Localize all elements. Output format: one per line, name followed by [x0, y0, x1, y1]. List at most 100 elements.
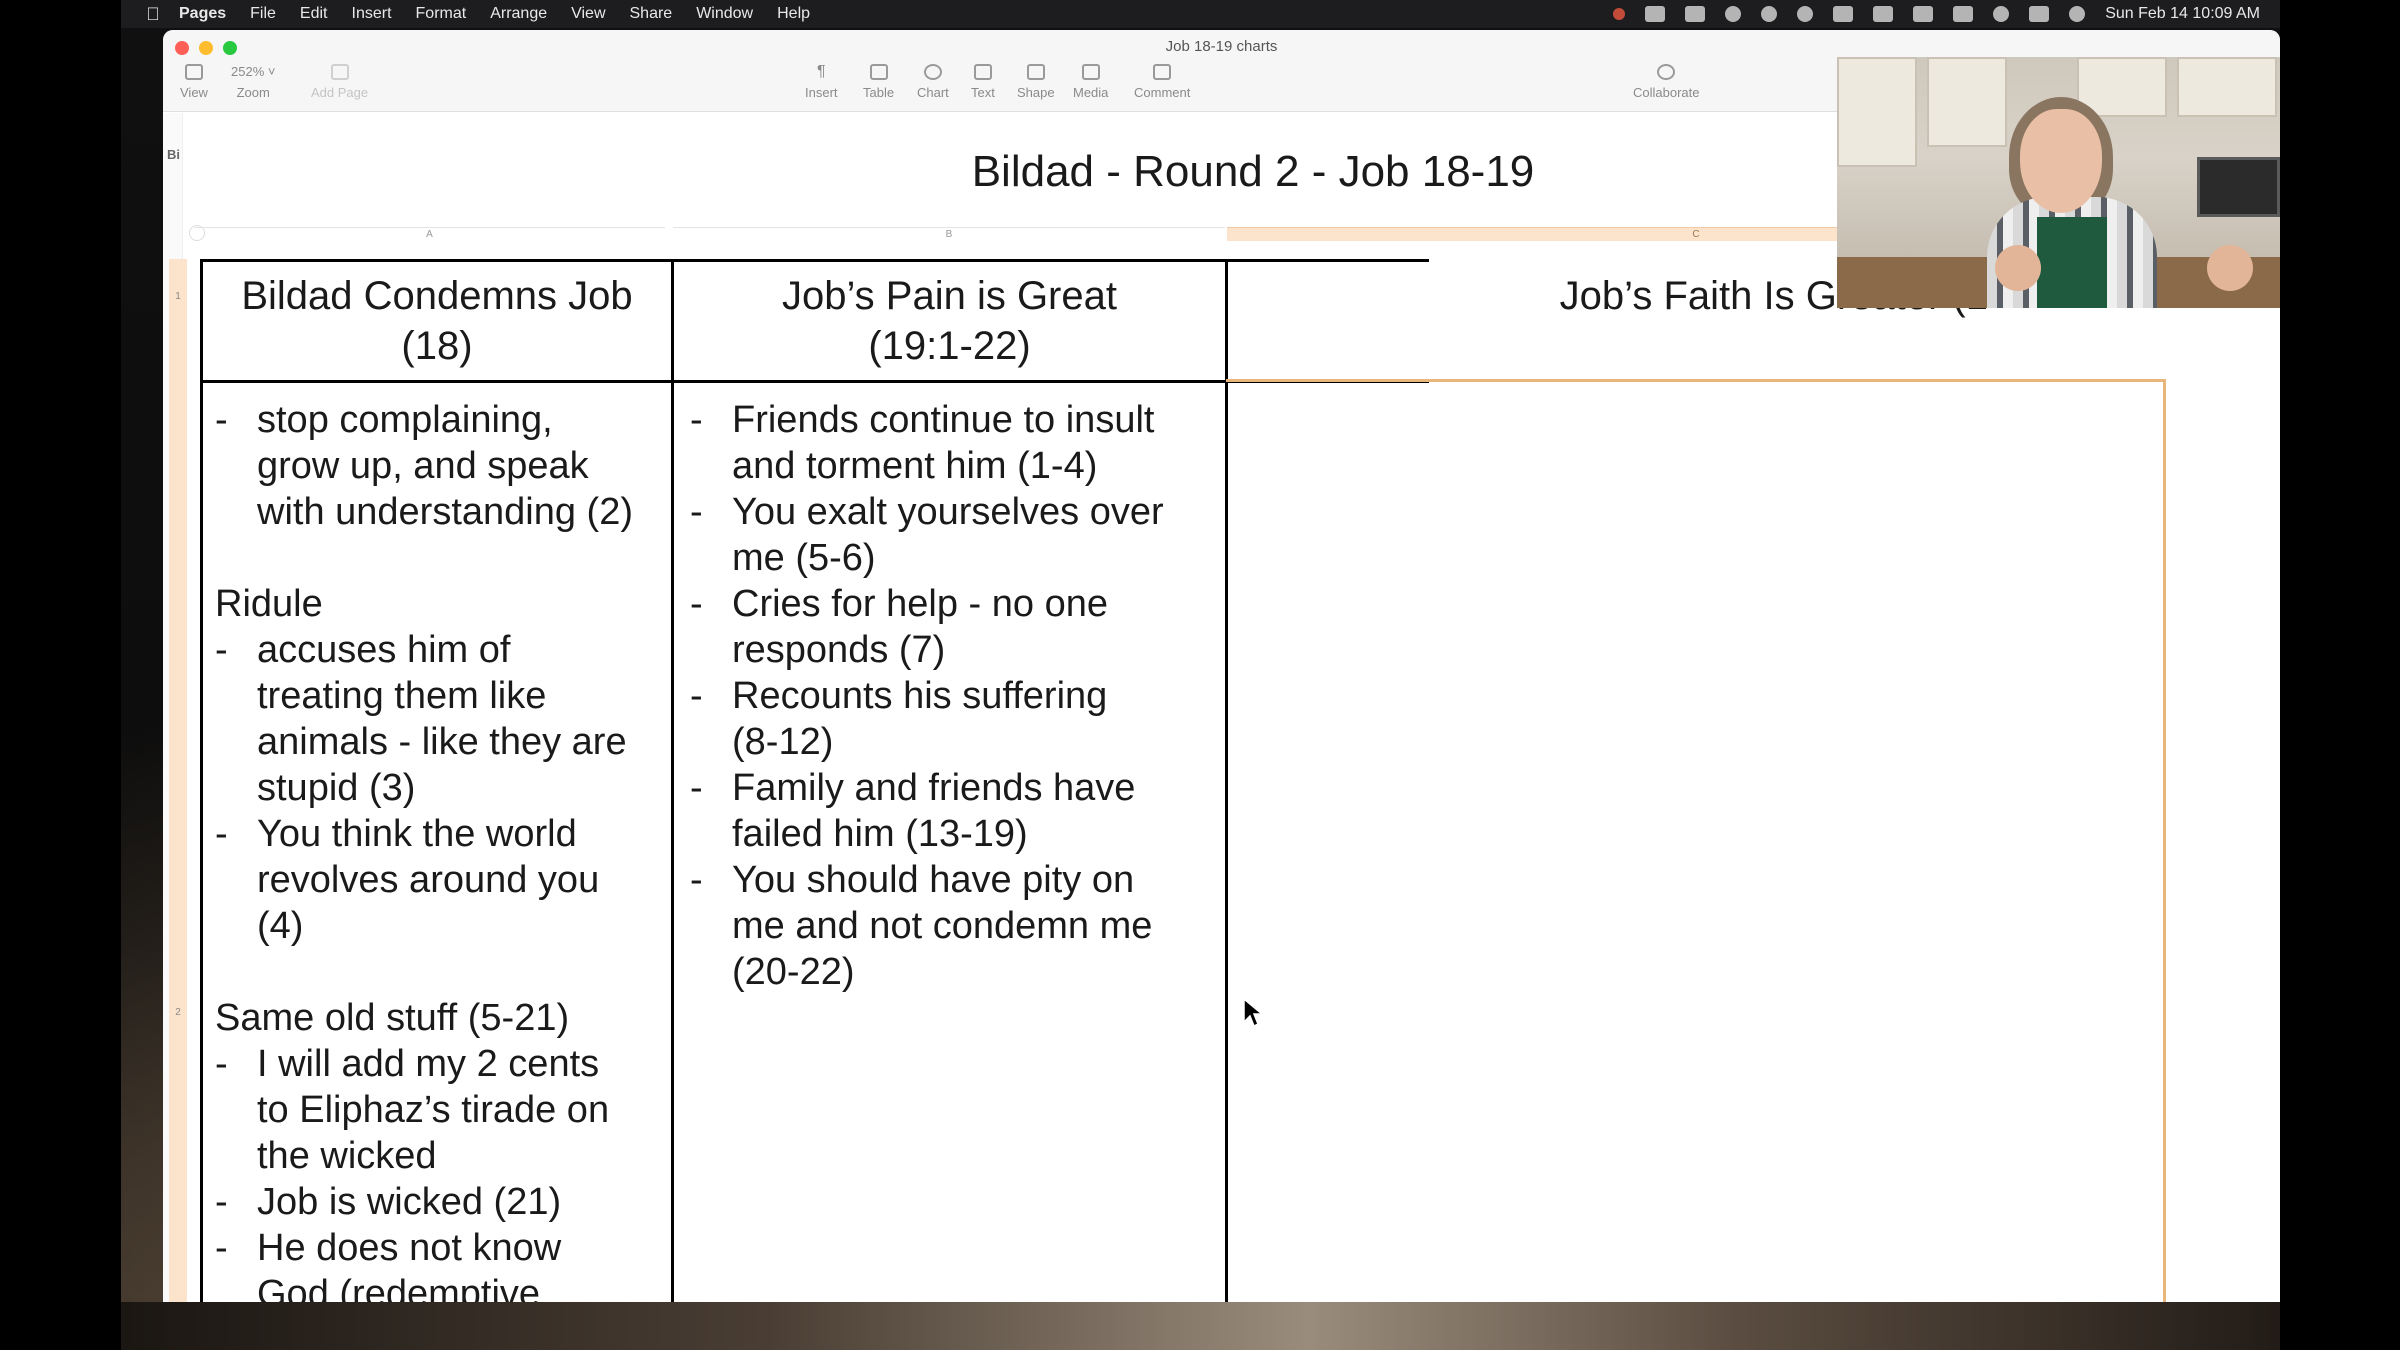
table-label: Table	[863, 85, 895, 100]
bullet-line: (8-12)	[732, 721, 834, 763]
time-machine-icon[interactable]	[1797, 6, 1814, 22]
bullet-dash: -	[215, 1181, 228, 1223]
comment-icon	[1153, 64, 1172, 80]
screen-share-icon[interactable]	[1645, 6, 1666, 22]
column-divider-ab	[671, 259, 674, 1302]
view-button[interactable]: View	[180, 64, 208, 100]
bullet-line: to Eliphaz’s tirade on	[257, 1089, 610, 1131]
siri-icon[interactable]	[2069, 6, 2086, 22]
table-button[interactable]: Table	[863, 64, 894, 100]
row-selection-highlight	[169, 259, 187, 1302]
menu-format[interactable]: Format	[416, 5, 467, 23]
collaborate-button[interactable]: Collaborate	[1633, 64, 1700, 100]
bullet-line: with understanding (2)	[257, 491, 633, 533]
bullet-line: failed him (13-19)	[732, 813, 1028, 855]
header-cell-b[interactable]: Job’s Pain is Great (19:1-22)	[674, 271, 1225, 371]
bullet-dash: -	[690, 767, 703, 809]
collaborate-label: Collaborate	[1633, 85, 1700, 100]
target-icon[interactable]	[1761, 6, 1778, 22]
media-button[interactable]: Media	[1073, 64, 1108, 100]
menu-file[interactable]: File	[250, 5, 276, 23]
header-cell-a[interactable]: Bildad Condemns Job (18)	[203, 271, 671, 371]
microwave	[2197, 157, 2280, 217]
status-area: Sun Feb 14 10:09 AM	[1613, 0, 2260, 28]
media-label: Media	[1073, 85, 1109, 100]
bullet-line: (4)	[257, 905, 304, 947]
text-button[interactable]: Text	[971, 64, 995, 100]
bullet-item: - Family and friends have failed him (13-1…	[690, 765, 1220, 857]
add-page-icon	[330, 64, 349, 80]
wifi-icon[interactable]	[1953, 6, 1974, 22]
bullet-item: -He does not knowGod (redemptivesense)	[215, 1225, 665, 1302]
menu-edit[interactable]: Edit	[300, 5, 328, 23]
bullet-line: stupid (3)	[257, 767, 416, 809]
menu-window[interactable]: Window	[696, 5, 753, 23]
bullet-dash: -	[690, 399, 703, 441]
bullet-line: You should have pity on	[732, 859, 1135, 901]
bullet-line: animals - like they are	[257, 721, 627, 763]
sidebar-edge-label: Bi	[167, 147, 180, 162]
job-chart-table[interactable]: Bildad Condemns Job (18) Job’s Pain is G…	[200, 259, 2166, 1302]
shape-button[interactable]: Shape	[1017, 64, 1055, 100]
text-box-icon	[973, 64, 992, 80]
bullet-line: me (5-6)	[732, 537, 876, 579]
body-cell-c[interactable]	[1240, 397, 2140, 1297]
apple-menu-icon[interactable]: 	[143, 4, 163, 24]
cell-heading: Same old stuff (5-21)	[215, 997, 570, 1039]
app-status-icon[interactable]	[1725, 6, 1742, 22]
menu-view[interactable]: View	[571, 5, 605, 23]
bullet-dash: -	[215, 1227, 228, 1269]
bullet-item: - You should have pity on me and not conde…	[690, 857, 1220, 995]
presenter-shirt	[2037, 217, 2107, 308]
paragraph-icon: ¶	[816, 63, 826, 80]
comment-button[interactable]: Comment	[1134, 64, 1190, 100]
insert-label: Insert	[805, 85, 838, 100]
bullet-item: - stop complaining, grow up, and speak with…	[215, 397, 665, 535]
page-title[interactable]: Bildad - Round 2 - Job 18-19	[883, 147, 1623, 197]
volume-icon[interactable]	[1833, 6, 1854, 22]
mail-icon[interactable]	[1685, 6, 1706, 22]
bullet-line: God (redemptive	[257, 1273, 541, 1302]
header-a-line-2: (18)	[401, 324, 473, 368]
bullet-dash: -	[215, 629, 228, 671]
bullet-item: - Recounts his suffering (8-12)	[690, 673, 1220, 765]
chart-button[interactable]: Chart	[917, 64, 949, 100]
menubar-clock[interactable]: Sun Feb 14 10:09 AM	[2105, 5, 2260, 23]
insert-button[interactable]: ¶ Insert	[805, 63, 838, 101]
kitchen-cabinet	[2177, 57, 2277, 117]
menu-share[interactable]: Share	[630, 5, 673, 23]
menu-arrange[interactable]: Arrange	[490, 5, 547, 23]
add-page-button[interactable]: Add Page	[311, 64, 368, 100]
menu-help[interactable]: Help	[777, 5, 810, 23]
row-number-2[interactable]: 2	[171, 1007, 185, 1018]
bullet-item: - Friends continue to insult and torment h…	[690, 397, 1220, 489]
chart-label: Chart	[917, 85, 949, 100]
search-icon[interactable]	[1993, 6, 2010, 22]
body-cell-b[interactable]: - Friends continue to insult and torment h…	[690, 397, 1220, 995]
bluetooth-icon[interactable]	[1873, 6, 1894, 22]
bullet-line: Cries for help - no one	[732, 583, 1108, 625]
row-number-1[interactable]: 1	[171, 291, 185, 302]
bullet-dash: -	[690, 491, 703, 533]
recording-icon[interactable]	[1613, 8, 1626, 20]
kitchen-cabinet	[1837, 57, 1917, 167]
bullet-item: - Job is wicked (21)	[215, 1179, 665, 1225]
comment-label: Comment	[1134, 85, 1191, 100]
letterbox-right	[2280, 0, 2400, 1350]
bullet-line: I will add my 2 cents	[257, 1043, 600, 1085]
bullet-line: revolves around you	[257, 859, 600, 901]
menu-app-name[interactable]: Pages	[179, 5, 226, 23]
table-left-border	[200, 259, 203, 1302]
menu-insert[interactable]: Insert	[352, 5, 392, 23]
column-header-a[interactable]: A	[194, 227, 665, 241]
bullet-item: - Cries for help - no one responds (7)	[690, 581, 1220, 673]
zoom-label: Zoom	[236, 85, 270, 100]
zoom-control[interactable]: 252% ˅ Zoom	[231, 64, 275, 100]
sidebar-icon	[184, 64, 203, 80]
column-header-b[interactable]: B	[673, 227, 1225, 241]
battery-icon[interactable]	[1913, 6, 1934, 22]
bullet-line: stop complaining,	[257, 399, 553, 441]
body-cell-a[interactable]: - stop complaining, grow up, and speak with…	[215, 397, 665, 1302]
control-center-icon[interactable]	[2029, 6, 2050, 22]
document-title: Job 18-19 charts	[1165, 38, 1278, 55]
